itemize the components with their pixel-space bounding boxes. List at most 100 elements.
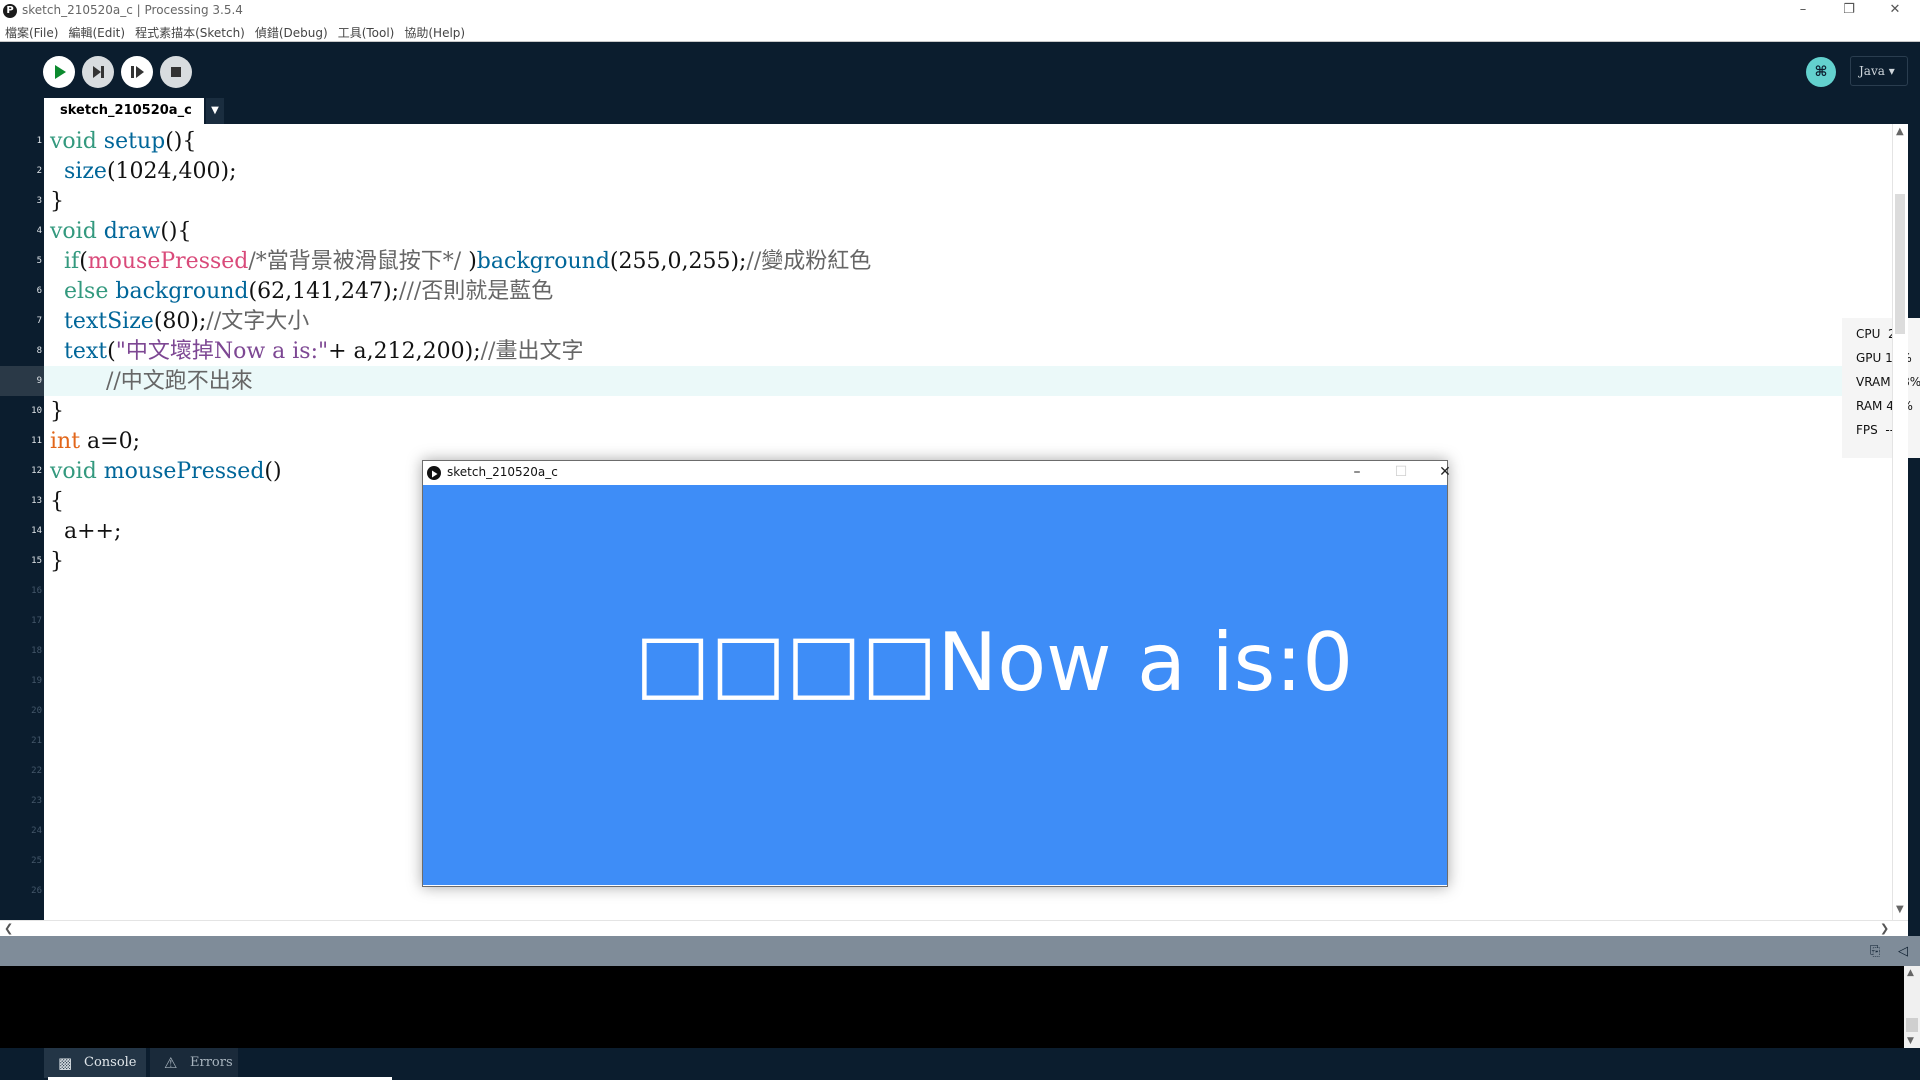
- editor-horizontal-scrollbar[interactable]: ❮ ❯: [0, 920, 1908, 936]
- line-number: 13: [31, 496, 42, 506]
- line-number: 14: [31, 526, 42, 536]
- code-line[interactable]: else background(62,141,247);///否則就是藍色: [50, 277, 553, 307]
- line-number: 6: [36, 286, 42, 296]
- code-line[interactable]: if(mousePressed/*當背景被滑鼠按下*/ )background(…: [50, 247, 871, 277]
- scroll-up-icon[interactable]: ▲: [1896, 126, 1904, 137]
- scroll-right-icon[interactable]: ❯: [1880, 922, 1889, 935]
- menu-bar: 檔案(File) 編輯(Edit) 程式素描本(Sketch) 偵錯(Debug) 工具…: [0, 22, 1920, 42]
- code-line[interactable]: textSize(80);//文字大小: [50, 307, 309, 337]
- code-line[interactable]: }: [50, 547, 64, 577]
- close-icon[interactable]: ✕: [1872, 0, 1918, 22]
- ram-stat: RAM 45%: [1856, 399, 1913, 413]
- continue-button[interactable]: [121, 56, 153, 88]
- line-number: 2: [36, 166, 42, 176]
- continue-icon: [131, 66, 144, 78]
- current-line-highlight: [44, 366, 1892, 396]
- console-tabs: ▩ Console ⚠ Errors: [0, 1048, 1920, 1080]
- code-line[interactable]: {: [50, 487, 64, 517]
- code-line[interactable]: text("中文壞掉Now a is:"+ a,212,200);//畫出文字: [50, 337, 583, 367]
- code-line[interactable]: }: [50, 397, 64, 427]
- code-line[interactable]: }: [50, 187, 64, 217]
- line-number: 19: [31, 676, 42, 686]
- tab-sketch[interactable]: sketch_210520a_c: [44, 98, 204, 124]
- vram-stat: VRAM 38%: [1856, 375, 1920, 389]
- step-icon: [93, 66, 104, 78]
- processing-logo-icon: P: [3, 4, 17, 18]
- line-number: 10: [31, 406, 42, 416]
- processing-run-icon: [427, 466, 441, 480]
- line-number: 23: [31, 796, 42, 806]
- close-icon[interactable]: ✕: [1423, 462, 1467, 484]
- line-number: 16: [31, 586, 42, 596]
- clipboard-icon[interactable]: ⎘: [1870, 944, 1880, 959]
- line-number: 20: [31, 706, 42, 716]
- tab-menu-button[interactable]: ▼: [206, 98, 224, 124]
- console-output[interactable]: [0, 966, 1920, 1048]
- line-number: 4: [36, 226, 42, 236]
- scroll-down-icon[interactable]: ▼: [1907, 1036, 1914, 1046]
- scroll-up-icon[interactable]: ▲: [1907, 968, 1914, 978]
- menu-sketch[interactable]: 程式素描本(Sketch): [130, 23, 250, 41]
- run-button[interactable]: [43, 56, 75, 88]
- line-number: 8: [36, 346, 42, 356]
- minimize-icon[interactable]: –: [1335, 462, 1379, 484]
- minimize-icon[interactable]: –: [1780, 0, 1826, 22]
- code-line[interactable]: void draw(){: [50, 217, 192, 247]
- sketch-output-text: □□□□Now a is:0: [635, 616, 1354, 709]
- code-line[interactable]: void mousePressed(): [50, 457, 282, 487]
- message-area: ⎘ ◁: [0, 936, 1920, 966]
- line-number: 21: [31, 736, 42, 746]
- sketch-window[interactable]: sketch_210520a_c – ☐ ✕ □□□□Now a is:0: [422, 460, 1451, 887]
- line-number: 26: [31, 886, 42, 896]
- line-number: 11: [31, 436, 42, 446]
- code-line[interactable]: int a=0;: [50, 427, 140, 457]
- scroll-down-icon[interactable]: ▼: [1896, 904, 1904, 915]
- menu-file[interactable]: 檔案(File): [0, 23, 63, 41]
- line-number: 22: [31, 766, 42, 776]
- warning-icon: ⚠: [164, 1054, 178, 1072]
- terminal-icon: ▩: [58, 1054, 73, 1072]
- code-line[interactable]: //中文跑不出來: [50, 367, 253, 397]
- line-number: 15: [31, 556, 42, 566]
- maximize-icon[interactable]: ☐: [1379, 462, 1423, 484]
- scrollbar-thumb[interactable]: [1906, 1018, 1918, 1032]
- step-button[interactable]: [82, 56, 114, 88]
- restore-icon[interactable]: ❐: [1826, 0, 1872, 22]
- sketch-canvas[interactable]: □□□□Now a is:0: [423, 485, 1447, 885]
- tab-errors[interactable]: ⚠ Errors: [150, 1048, 238, 1078]
- code-line[interactable]: size(1024,400);: [50, 157, 237, 187]
- sketch-window-title: sketch_210520a_c: [447, 465, 558, 479]
- line-number-gutter: 1 2 3 4 5 6 7 8 9 10 11 12 13 14 15 16 1…: [0, 124, 44, 920]
- tab-bar: sketch_210520a_c ▼: [0, 98, 1920, 124]
- performance-overlay: CPU 2% GPU 14% VRAM 38% RAM 45% FPS --: [1842, 318, 1920, 458]
- line-number: 5: [36, 256, 42, 266]
- console-scrollbar[interactable]: ▲ ▼: [1904, 966, 1920, 1048]
- mode-select[interactable]: Java ▾: [1850, 56, 1908, 86]
- window-title: sketch_210520a_c | Processing 3.5.4: [22, 3, 243, 17]
- scroll-left-icon[interactable]: ❮: [4, 922, 13, 935]
- run-icon: [55, 65, 66, 79]
- menu-edit[interactable]: 編輯(Edit): [63, 23, 130, 41]
- processing-ide: P sketch_210520a_c | Processing 3.5.4 – …: [0, 0, 1920, 1080]
- stop-button[interactable]: [160, 56, 192, 88]
- line-number: 25: [31, 856, 42, 866]
- menu-help[interactable]: 協助(Help): [399, 23, 470, 41]
- menu-tool[interactable]: 工具(Tool): [333, 23, 400, 41]
- editor-vertical-scrollbar[interactable]: ▲ ▼: [1892, 124, 1908, 920]
- debug-mode-icon[interactable]: ⌘: [1806, 57, 1836, 87]
- code-line[interactable]: void setup(){: [50, 127, 196, 157]
- collapse-console-icon[interactable]: ◁: [1898, 944, 1908, 959]
- tab-errors-label: Errors: [190, 1055, 233, 1070]
- sketch-title-bar[interactable]: sketch_210520a_c – ☐ ✕: [423, 461, 1451, 485]
- tab-console-label: Console: [84, 1055, 137, 1070]
- scrollbar-thumb[interactable]: [1895, 194, 1905, 334]
- tab-console[interactable]: ▩ Console: [44, 1048, 146, 1078]
- line-number: 3: [36, 196, 42, 206]
- line-number: 18: [31, 646, 42, 656]
- menu-debug[interactable]: 偵錯(Debug): [250, 23, 333, 41]
- line-number: 1: [36, 136, 42, 146]
- line-number: 7: [36, 316, 42, 326]
- code-line[interactable]: a++;: [50, 517, 121, 547]
- cpu-stat: CPU 2%: [1856, 327, 1907, 341]
- title-bar: P sketch_210520a_c | Processing 3.5.4 – …: [0, 0, 1920, 22]
